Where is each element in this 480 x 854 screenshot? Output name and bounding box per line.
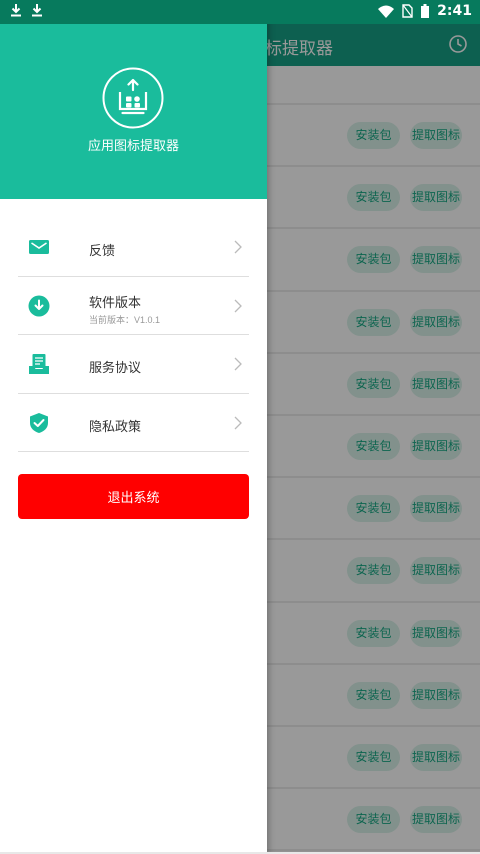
current-version-text: 当前版本：V1.0.1 bbox=[89, 314, 161, 325]
no-sim-icon bbox=[402, 4, 413, 18]
download-notification-icon bbox=[11, 4, 21, 17]
status-bar: 2:41 bbox=[0, 0, 480, 24]
download-circle-icon bbox=[28, 295, 50, 316]
wifi-icon bbox=[378, 5, 395, 18]
mail-icon bbox=[29, 240, 49, 254]
chevron-right-icon bbox=[234, 416, 242, 429]
menu-item-service-agreement[interactable]: 服务协议 bbox=[18, 335, 249, 394]
chevron-right-icon bbox=[234, 240, 242, 254]
clock-time: 2:41 bbox=[437, 3, 472, 19]
logout-button[interactable]: 退出系统 bbox=[18, 474, 249, 519]
chevron-right-icon bbox=[234, 299, 242, 312]
battery-icon bbox=[421, 4, 430, 18]
drawer-header: 应用图标提取器 bbox=[0, 0, 267, 199]
navigation-drawer: 应用图标提取器 反馈 软件版本 当前版本：V1.0.1 服务协议 隐私政策 退出… bbox=[0, 0, 267, 854]
app-name: 应用图标提取器 bbox=[87, 138, 179, 153]
menu-item-label: 隐私政策 bbox=[89, 418, 142, 434]
chevron-right-icon bbox=[234, 357, 242, 371]
menu-item-label: 服务协议 bbox=[89, 360, 142, 375]
document-tray-icon bbox=[29, 354, 49, 374]
menu-item-label: 反馈 bbox=[89, 243, 116, 258]
app-logo-icon bbox=[102, 67, 164, 129]
download-notification-icon bbox=[32, 4, 42, 17]
menu-item-feedback[interactable]: 反馈 bbox=[18, 218, 249, 277]
shield-check-icon bbox=[30, 412, 48, 433]
menu-item-version[interactable]: 软件版本 当前版本：V1.0.1 bbox=[18, 277, 249, 335]
drawer-menu: 反馈 软件版本 当前版本：V1.0.1 服务协议 隐私政策 bbox=[18, 218, 249, 452]
menu-item-privacy-policy[interactable]: 隐私政策 bbox=[18, 394, 249, 452]
menu-item-label: 软件版本 bbox=[89, 294, 142, 310]
